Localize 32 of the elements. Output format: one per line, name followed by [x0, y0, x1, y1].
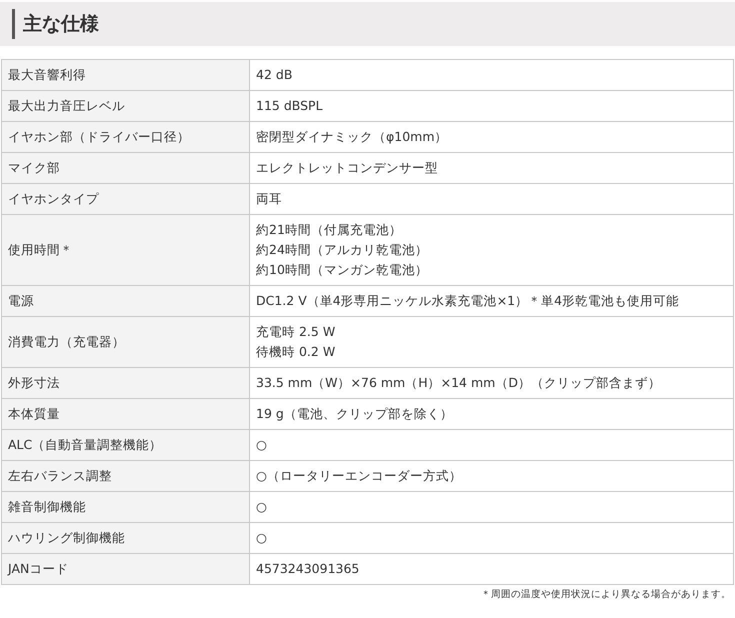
spec-value: 4573243091365: [250, 554, 734, 584]
spec-value: ○: [250, 522, 734, 554]
spec-label: イヤホン部（ドライバー口径）: [2, 122, 250, 152]
spec-value: 33.5 mm（W）×76 mm（H）×14 mm（D）（クリップ部含まず）: [250, 368, 734, 398]
spec-value: 115 dBSPL: [250, 90, 734, 122]
spec-label: 雑音制御機能: [2, 492, 250, 522]
spec-value: 両耳: [250, 184, 734, 214]
spec-value: エレクトレットコンデンサー型: [250, 152, 734, 184]
spec-value: ○: [250, 492, 734, 522]
spec-label: JANコード: [2, 554, 250, 584]
spec-label: ALC（自動音量調整機能）: [2, 430, 250, 460]
section-title: 主な仕様: [23, 12, 99, 37]
spec-value: 密閉型ダイナミック（φ10mm）: [250, 122, 734, 152]
spec-label: ハウリング制御機能: [2, 522, 250, 554]
spec-label: 外形寸法: [2, 368, 250, 398]
spec-label: 使用時間＊: [2, 214, 250, 286]
spec-label: 消費電力（充電器）: [2, 316, 250, 368]
spec-value: 19 g（電池、クリップ部を除く）: [250, 398, 734, 430]
spec-value: 充電時 2.5 W 待機時 0.2 W: [250, 316, 734, 368]
spec-label: イヤホンタイプ: [2, 184, 250, 214]
spec-value: DC1.2 V（単4形専用ニッケル水素充電池×1）＊単4形乾電池も使用可能: [250, 286, 734, 316]
spec-value: ○（ロータリーエンコーダー方式）: [250, 460, 734, 492]
spec-label: 左右バランス調整: [2, 460, 250, 492]
spec-label: マイク部: [2, 152, 250, 184]
spec-label: 本体質量: [2, 398, 250, 430]
spec-value: 約21時間（付属充電池） 約24時間（アルカリ乾電池） 約10時間（マンガン乾電池）: [250, 214, 734, 286]
spec-value: 42 dB: [250, 60, 734, 90]
spec-label: 最大出力音圧レベル: [2, 90, 250, 122]
spec-label: 最大音響利得: [2, 60, 250, 90]
spec-value: ○: [250, 430, 734, 460]
footnote: ＊周囲の温度や使用状況により異なる場合があります。: [481, 589, 731, 600]
spec-label: 電源: [2, 286, 250, 316]
